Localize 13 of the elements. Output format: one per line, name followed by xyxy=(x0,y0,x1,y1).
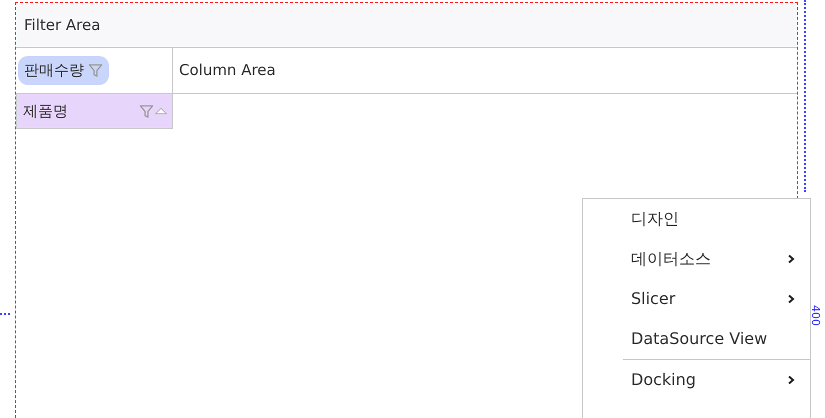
menu-item[interactable]: Slicer xyxy=(583,279,810,319)
filter-area[interactable]: Filter Area xyxy=(16,3,797,48)
menu-item[interactable]: 디자인 xyxy=(583,199,810,239)
chevron-right-icon[interactable] xyxy=(786,374,796,384)
chevron-right-icon[interactable] xyxy=(786,294,796,304)
menu-item[interactable]: DataSource View xyxy=(583,319,810,359)
guide-line xyxy=(0,313,10,315)
chevron-right-icon[interactable] xyxy=(786,254,796,264)
column-area[interactable]: Column Area xyxy=(173,48,276,93)
data-field-chip[interactable]: 판매수량 xyxy=(18,56,109,85)
menu-item[interactable]: 데이터소스 xyxy=(583,239,810,279)
dimension-label: 400 xyxy=(808,305,823,326)
menu-item[interactable]: Docking xyxy=(623,359,810,399)
